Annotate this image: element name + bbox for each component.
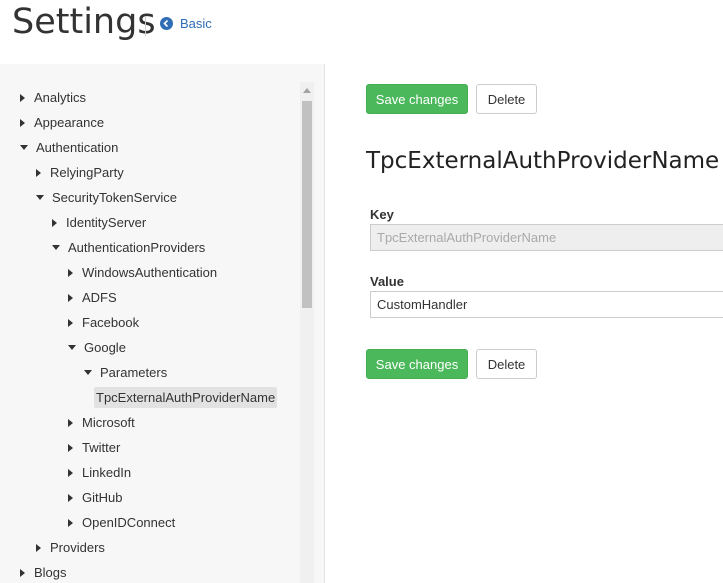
caret-right-icon[interactable] [68,443,73,452]
tree-node[interactable]: Twitter [68,435,120,460]
back-link-label: Basic [180,16,212,31]
tree-node-label: IdentityServer [66,215,147,230]
page-title: Settings [12,2,156,42]
tree-node[interactable]: Blogs [20,560,67,583]
tree-node[interactable]: Facebook [68,310,139,335]
tree-node-label: Twitter [82,440,121,455]
tree-node[interactable]: IdentityServer [52,210,146,235]
tree-node[interactable]: LinkedIn [68,460,131,485]
delete-button-top[interactable]: Delete [476,84,537,114]
tree-node-label: Blogs [34,565,67,580]
tree-node-label: OpenIDConnect [82,515,176,530]
caret-right-icon[interactable] [36,543,41,552]
caret-down-icon[interactable] [84,370,92,375]
tree-node[interactable]: Parameters [84,360,167,385]
tree-node-label: AuthenticationProviders [68,240,206,255]
tree-node-label: TpcExternalAuthProviderName [94,387,278,408]
tree-node-label: Analytics [34,90,87,105]
page-header: Settings Basic [0,0,723,64]
tree-node[interactable]: OpenIDConnect [68,510,175,535]
header-divider [145,16,146,36]
tree-node[interactable]: Google [68,335,126,360]
save-changes-button-top[interactable]: Save changes [366,84,468,114]
tree-node-label: Authentication [36,140,119,155]
tree-node-label: Parameters [100,365,168,380]
tree-node[interactable]: AuthenticationProviders [52,235,205,260]
caret-right-icon[interactable] [20,568,25,577]
settings-tree-sidebar: Analytics Appearance Authentication Relying… [0,64,325,583]
key-field: TpcExternalAuthProviderName [370,224,723,251]
tree-node[interactable]: TpcExternalAuthProviderName [94,385,278,410]
caret-right-icon[interactable] [36,168,41,177]
scrollbar-thumb[interactable] [302,101,312,308]
tree-node[interactable]: SecurityTokenService [36,185,177,210]
tree-node[interactable]: Appearance [20,110,104,135]
caret-right-icon[interactable] [68,518,73,527]
caret-right-icon[interactable] [68,268,73,277]
arrow-left-circle-icon [160,17,173,30]
tree-node-label: LinkedIn [82,465,132,480]
scroll-up-arrow-icon[interactable] [303,88,311,93]
tree-node-label: Providers [50,540,105,555]
caret-down-icon[interactable] [36,195,44,200]
tree-node-label: Facebook [82,315,140,330]
tree-node[interactable]: Microsoft [68,410,135,435]
value-label: Value [370,274,404,289]
tree-node[interactable]: Authentication [20,135,118,160]
tree-node-label: GitHub [82,490,123,505]
tree-node-label: WindowsAuthentication [82,265,218,280]
sidebar-scrollbar[interactable] [300,82,314,583]
caret-right-icon[interactable] [68,468,73,477]
caret-down-icon[interactable] [68,345,76,350]
tree-node[interactable]: GitHub [68,485,122,510]
key-label: Key [370,207,394,222]
caret-right-icon[interactable] [52,218,57,227]
setting-title: TpcExternalAuthProviderName [366,148,720,174]
tree-node-label: ADFS [82,290,117,305]
save-changes-button-bottom[interactable]: Save changes [366,349,468,379]
delete-button-bottom[interactable]: Delete [476,349,537,379]
tree-node-label: Microsoft [82,415,135,430]
tree-node-label: SecurityTokenService [52,190,177,205]
tree-node[interactable]: WindowsAuthentication [68,260,217,285]
tree-node-label: Appearance [34,115,105,130]
setting-detail-panel: Save changes Delete TpcExternalAuthProvi… [326,64,723,583]
caret-right-icon[interactable] [68,318,73,327]
caret-right-icon[interactable] [68,493,73,502]
caret-right-icon[interactable] [68,293,73,302]
tree-node[interactable]: ADFS [68,285,117,310]
tree-node[interactable]: Analytics [20,85,86,110]
caret-right-icon[interactable] [68,418,73,427]
caret-down-icon[interactable] [52,245,60,250]
tree-node-label: RelyingParty [50,165,124,180]
value-field[interactable]: CustomHandler [370,291,723,318]
tree-node[interactable]: Providers [36,535,105,560]
tree-node-label: Google [84,340,126,355]
back-to-basic-link[interactable]: Basic [160,16,212,31]
caret-right-icon[interactable] [20,93,25,102]
tree-node[interactable]: RelyingParty [36,160,124,185]
caret-right-icon[interactable] [20,118,25,127]
caret-down-icon[interactable] [20,145,28,150]
